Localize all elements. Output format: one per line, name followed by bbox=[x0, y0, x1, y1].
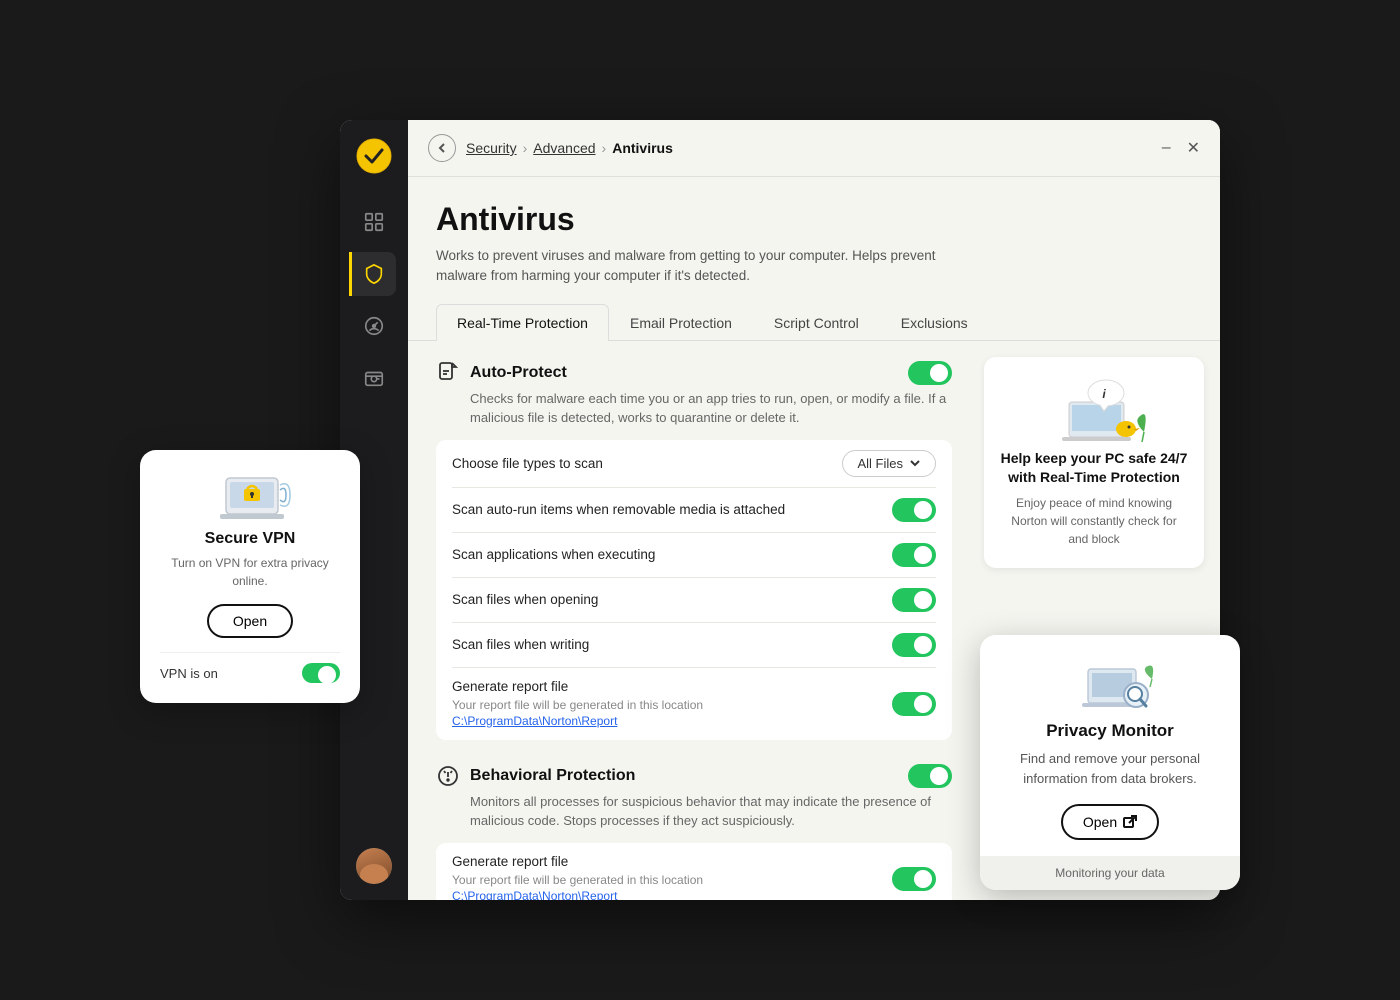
auto-protect-settings: Choose file types to scan All Files bbox=[436, 440, 952, 740]
privacy-title: Privacy Monitor bbox=[1000, 721, 1220, 741]
behavioral-report-info: Generate report file Your report file wi… bbox=[452, 853, 703, 901]
sidebar-item-shield[interactable] bbox=[349, 252, 396, 296]
behavioral-icon bbox=[436, 764, 460, 788]
realtime-promo-card: i Help keep your PC safe bbox=[984, 357, 1204, 568]
sidebar-item-vault[interactable] bbox=[352, 356, 396, 400]
vpn-status-label: VPN is on bbox=[160, 666, 218, 681]
toggle-files-write[interactable]: ✓ bbox=[892, 633, 936, 657]
auto-protect-icon bbox=[436, 361, 460, 385]
tab-script[interactable]: Script Control bbox=[753, 304, 880, 341]
vpn-toggle[interactable]: ✓ bbox=[302, 663, 340, 683]
toggle-autorun[interactable]: ✓ bbox=[892, 498, 936, 522]
privacy-footer-label: Monitoring your data bbox=[1055, 866, 1164, 880]
tab-realtime[interactable]: Real-Time Protection bbox=[436, 304, 609, 341]
report-link-1[interactable]: C:\ProgramData\Norton\Report bbox=[452, 714, 617, 728]
privacy-desc: Find and remove your personal informatio… bbox=[1000, 749, 1220, 788]
breadcrumb-security[interactable]: Security bbox=[466, 140, 517, 156]
setting-row-1: Scan applications when executing ✓ bbox=[452, 533, 936, 578]
behavioral-toggle[interactable]: ✓ bbox=[908, 764, 952, 788]
avatar[interactable] bbox=[356, 848, 392, 884]
auto-protect-toggle[interactable]: ✓ bbox=[908, 361, 952, 385]
toggle-files-open[interactable]: ✓ bbox=[892, 588, 936, 612]
auto-protect-header: Auto-Protect ✓ bbox=[436, 361, 952, 385]
privacy-open-label: Open bbox=[1083, 814, 1117, 830]
sidebar-item-speedometer[interactable] bbox=[352, 304, 396, 348]
behavioral-settings: Generate report file Your report file wi… bbox=[436, 843, 952, 901]
toggle-report-1[interactable]: ✓ bbox=[892, 692, 936, 716]
vpn-open-button[interactable]: Open bbox=[207, 604, 293, 638]
norton-logo bbox=[354, 136, 394, 176]
auto-protect-desc: Checks for malware each time you or an a… bbox=[470, 389, 952, 428]
setting-row-2: Scan files when opening ✓ bbox=[452, 578, 936, 623]
vpn-title: Secure VPN bbox=[160, 530, 340, 548]
minimize-button[interactable]: – bbox=[1162, 139, 1171, 157]
behavioral-report-row: Generate report file Your report file wi… bbox=[452, 843, 936, 901]
vpn-icon bbox=[218, 470, 282, 520]
sidebar-item-dashboard[interactable] bbox=[352, 200, 396, 244]
behavioral-header: Behavioral Protection ✓ bbox=[436, 764, 952, 788]
breadcrumb-advanced[interactable]: Advanced bbox=[533, 140, 595, 156]
breadcrumb-current: Antivirus bbox=[612, 140, 673, 156]
title-bar: Security › Advanced › Antivirus – ✕ bbox=[408, 120, 1220, 177]
tab-email[interactable]: Email Protection bbox=[609, 304, 753, 341]
setting-row-4: Generate report file Your report file wi… bbox=[452, 668, 936, 740]
behavioral-title: Behavioral Protection bbox=[470, 767, 635, 785]
privacy-icon bbox=[1078, 659, 1142, 709]
privacy-footer: Monitoring your data bbox=[980, 856, 1240, 890]
privacy-card-body: Privacy Monitor Find and remove your per… bbox=[980, 635, 1240, 856]
report-link-2[interactable]: C:\ProgramData\Norton\Report bbox=[452, 889, 617, 901]
breadcrumb-sep-1: › bbox=[523, 140, 528, 156]
vpn-desc: Turn on VPN for extra privacy online. bbox=[160, 554, 340, 590]
back-button[interactable] bbox=[428, 134, 456, 162]
behavioral-title-row: Behavioral Protection bbox=[436, 764, 635, 788]
tabs-bar: Real-Time Protection Email Protection Sc… bbox=[408, 303, 1220, 341]
file-types-label: Choose file types to scan bbox=[452, 456, 603, 471]
breadcrumb-sep-2: › bbox=[602, 140, 607, 156]
setting-row-3: Scan files when writing ✓ bbox=[452, 623, 936, 668]
vpn-card: Secure VPN Turn on VPN for extra privacy… bbox=[140, 450, 360, 703]
auto-protect-title: Auto-Protect bbox=[470, 364, 567, 382]
close-button[interactable]: ✕ bbox=[1187, 138, 1200, 158]
settings-panel: Auto-Protect ✓ Checks for malware each t… bbox=[408, 341, 980, 901]
page-title: Antivirus bbox=[436, 201, 1192, 238]
breadcrumb: Security › Advanced › Antivirus bbox=[428, 134, 673, 162]
promo-illustration: i bbox=[1054, 377, 1134, 437]
file-types-row: Choose file types to scan All Files bbox=[452, 440, 936, 488]
auto-protect-title-row: Auto-Protect bbox=[436, 361, 567, 385]
file-types-button[interactable]: All Files bbox=[842, 450, 936, 477]
vpn-status-row: VPN is on ✓ bbox=[160, 652, 340, 683]
window-controls: – ✕ bbox=[1162, 138, 1200, 158]
setting-row-0: Scan auto-run items when removable media… bbox=[452, 488, 936, 533]
file-types-value: All Files bbox=[857, 456, 903, 471]
page-header: Antivirus Works to prevent viruses and m… bbox=[408, 177, 1220, 303]
page-description: Works to prevent viruses and malware fro… bbox=[436, 246, 956, 287]
report-file-info: Generate report file Your report file wi… bbox=[452, 678, 703, 730]
privacy-monitor-card: Privacy Monitor Find and remove your per… bbox=[980, 635, 1240, 890]
promo-title: Help keep your PC safe 24/7 with Real-Ti… bbox=[1000, 449, 1188, 488]
behavioral-desc: Monitors all processes for suspicious be… bbox=[470, 792, 952, 831]
privacy-open-button[interactable]: Open bbox=[1061, 804, 1159, 840]
auto-protect-section: Auto-Protect ✓ Checks for malware each t… bbox=[436, 361, 952, 740]
promo-desc: Enjoy peace of mind knowing Norton will … bbox=[1000, 494, 1188, 548]
behavioral-section: Behavioral Protection ✓ Monitors all pro… bbox=[436, 764, 952, 901]
tab-exclusions[interactable]: Exclusions bbox=[880, 304, 989, 341]
toggle-report-2[interactable]: ✓ bbox=[892, 867, 936, 891]
toggle-apps[interactable]: ✓ bbox=[892, 543, 936, 567]
